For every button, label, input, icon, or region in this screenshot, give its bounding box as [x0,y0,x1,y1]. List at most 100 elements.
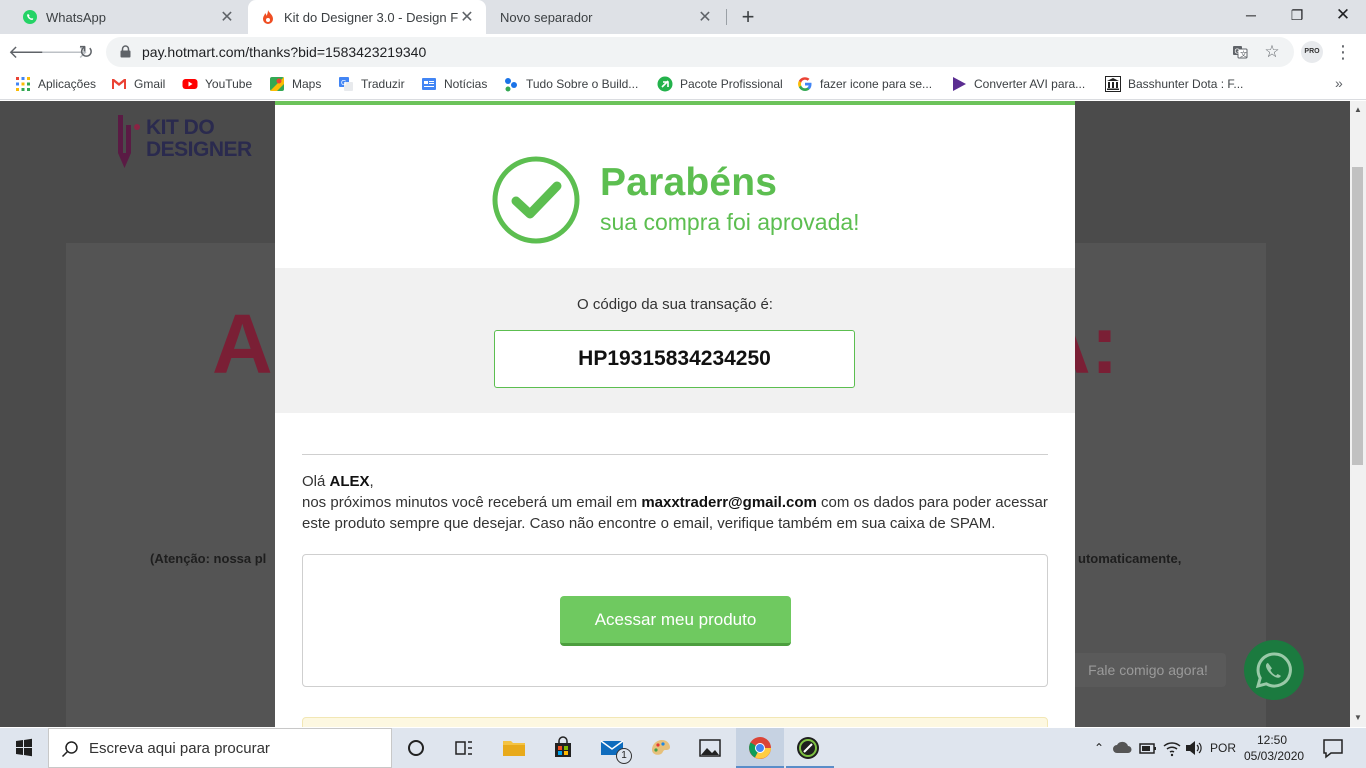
tab-whatsapp[interactable]: WhatsApp ✕ [10,0,246,34]
task-view-icon[interactable] [452,736,476,760]
whatsapp-chat-button[interactable] [1244,640,1304,700]
hotmart-icon [263,10,273,24]
reload-button[interactable]: ↻ [72,38,100,66]
headline-fragment-left: A [212,297,273,391]
bookmark-label: Aplicações [38,77,97,91]
lock-icon [120,45,131,58]
access-product-box: Acessar meu produto [302,554,1048,687]
bookmark-youtube[interactable]: YouTube [182,70,252,98]
bookmark-fazer-icone[interactable]: fazer icone para se... [797,70,932,98]
tab-kit-do-designer[interactable]: Kit do Designer 3.0 - Design Facil ✕ [248,0,486,34]
bookmark-label: Basshunter Dota : F... [1128,77,1244,91]
svg-text:文: 文 [1240,50,1247,59]
browser-toolbar: 🡐 🡒 ↻ pay.hotmart.com/thanks?bid=1583423… [0,34,1366,70]
svg-text:G: G [341,80,346,87]
transaction-code[interactable]: HP19315834234250 [494,330,855,388]
bookmarks-bar: Aplicações Gmail YouTube Maps G Traduzir… [0,70,1366,100]
close-window-button[interactable]: ✕ [1320,0,1366,30]
back-button[interactable]: 🡐 [8,38,56,66]
bookmark-label: Tudo Sobre o Build... [526,77,639,91]
notifications-icon[interactable] [1322,737,1344,759]
divider [302,454,1048,455]
scrollbar-thumb[interactable] [1352,167,1363,465]
bookmark-maps[interactable]: Maps [269,70,321,98]
purchase-confirmation-modal: Parabéns sua compra foi aprovada! O códi… [275,101,1075,727]
modal-accent-bar [275,101,1075,105]
translate-icon: G [339,77,353,91]
transaction-section: O código da sua transação é: HP193158342… [275,268,1075,413]
google-icon [798,77,812,91]
tab-title: Novo separador [500,9,593,25]
forward-button[interactable]: 🡒 [40,38,88,66]
chat-bubble[interactable]: Fale comigo agora! [1070,653,1226,687]
bank-icon [1105,76,1121,92]
user-name: ALEX [329,473,370,490]
tab-separator [726,9,727,25]
bookmark-noticias[interactable]: Notícias [421,70,487,98]
notice-box [302,717,1048,727]
kit-do-designer-logo[interactable]: KIT DO DESIGNER [116,109,252,169]
play-icon [953,77,966,91]
taskbar-clock[interactable]: 12:50 05/03/2020 [1244,732,1304,764]
bookmark-basshunter[interactable]: Basshunter Dota : F... [1105,70,1243,98]
people-icon [505,78,517,92]
bookmark-traduzir[interactable]: G Traduzir [338,70,405,98]
store-icon[interactable] [551,736,575,760]
maximize-button[interactable]: ❐ [1274,0,1320,30]
success-title: Parabéns [600,161,778,204]
file-explorer-icon[interactable] [502,736,526,760]
page-scrollbar[interactable]: ▲ ▼ [1350,101,1366,727]
start-button[interactable] [0,728,48,768]
close-tab-icon[interactable]: ✕ [458,7,476,27]
show-hidden-icons[interactable]: ⌃ [1090,728,1108,768]
bookmark-gmail[interactable]: Gmail [111,70,165,98]
bookmark-pacote-profissional[interactable]: Pacote Profissional [657,70,783,98]
greeting: Olá ALEX, [302,473,374,490]
address-bar[interactable]: pay.hotmart.com/thanks?bid=1583423219340… [106,37,1294,67]
language-indicator[interactable]: POR [1206,728,1240,768]
bookmark-label: Traduzir [361,77,405,91]
scroll-up-icon[interactable]: ▲ [1354,105,1362,114]
green-leaf-icon [657,76,673,92]
close-tab-icon[interactable]: ✕ [696,7,714,27]
access-product-button[interactable]: Acessar meu produto [560,596,791,646]
windows-taskbar: Escreva aqui para procurar 1 ⌃ POR 12:50… [0,728,1366,768]
translate-page-icon[interactable]: G文 [1232,44,1248,60]
bookmark-label: Pacote Profissional [680,77,783,91]
minimize-button[interactable]: ─ [1228,0,1274,30]
bookmark-converter-avi[interactable]: Converter AVI para... [951,70,1085,98]
onedrive-icon[interactable] [1112,738,1134,758]
check-circle-icon [492,156,580,244]
clock-time: 12:50 [1256,733,1288,747]
search-placeholder: Escreva aqui para procurar [89,740,270,757]
battery-icon[interactable] [1138,738,1158,758]
bookmark-aplicacoes[interactable]: Aplicações [15,70,96,98]
paint-icon[interactable] [649,736,673,760]
close-tab-icon[interactable]: ✕ [218,7,236,27]
taskbar-search-box[interactable]: Escreva aqui para procurar [48,728,392,768]
notice-fragment-left: (Atenção: nossa pl [150,551,267,566]
cortana-icon[interactable] [404,736,428,760]
photos-icon[interactable] [698,736,722,760]
bookmark-label: Gmail [134,77,166,91]
mail-app[interactable]: 1 [600,736,632,764]
apps-grid-icon [16,77,30,91]
confirmation-message: Olá ALEX, nos próximos minutos você rece… [302,471,1052,534]
bookmark-tudo-sobre[interactable]: Tudo Sobre o Build... [503,70,638,98]
bookmark-star-icon[interactable]: ☆ [1264,43,1280,60]
new-tab-button[interactable]: + [737,3,759,31]
chrome-menu-icon[interactable]: ⋮ [1334,40,1352,64]
bookmark-label: fazer icone para se... [820,77,933,91]
search-icon [61,741,78,758]
tab-novo-separador[interactable]: Novo separador ✕ [488,0,724,34]
app-icon[interactable] [796,736,820,760]
mail-badge: 1 [616,748,632,764]
chrome-taskbar-button[interactable] [736,728,784,768]
more-bookmarks-icon[interactable]: » [1335,75,1343,91]
scroll-down-icon[interactable]: ▼ [1354,713,1362,722]
extension-icon[interactable]: PRO [1301,41,1323,63]
volume-icon[interactable] [1184,738,1204,758]
wifi-icon[interactable] [1162,738,1182,758]
gmail-icon [112,79,126,89]
url-text: pay.hotmart.com/thanks?bid=1583423219340 [142,44,427,60]
